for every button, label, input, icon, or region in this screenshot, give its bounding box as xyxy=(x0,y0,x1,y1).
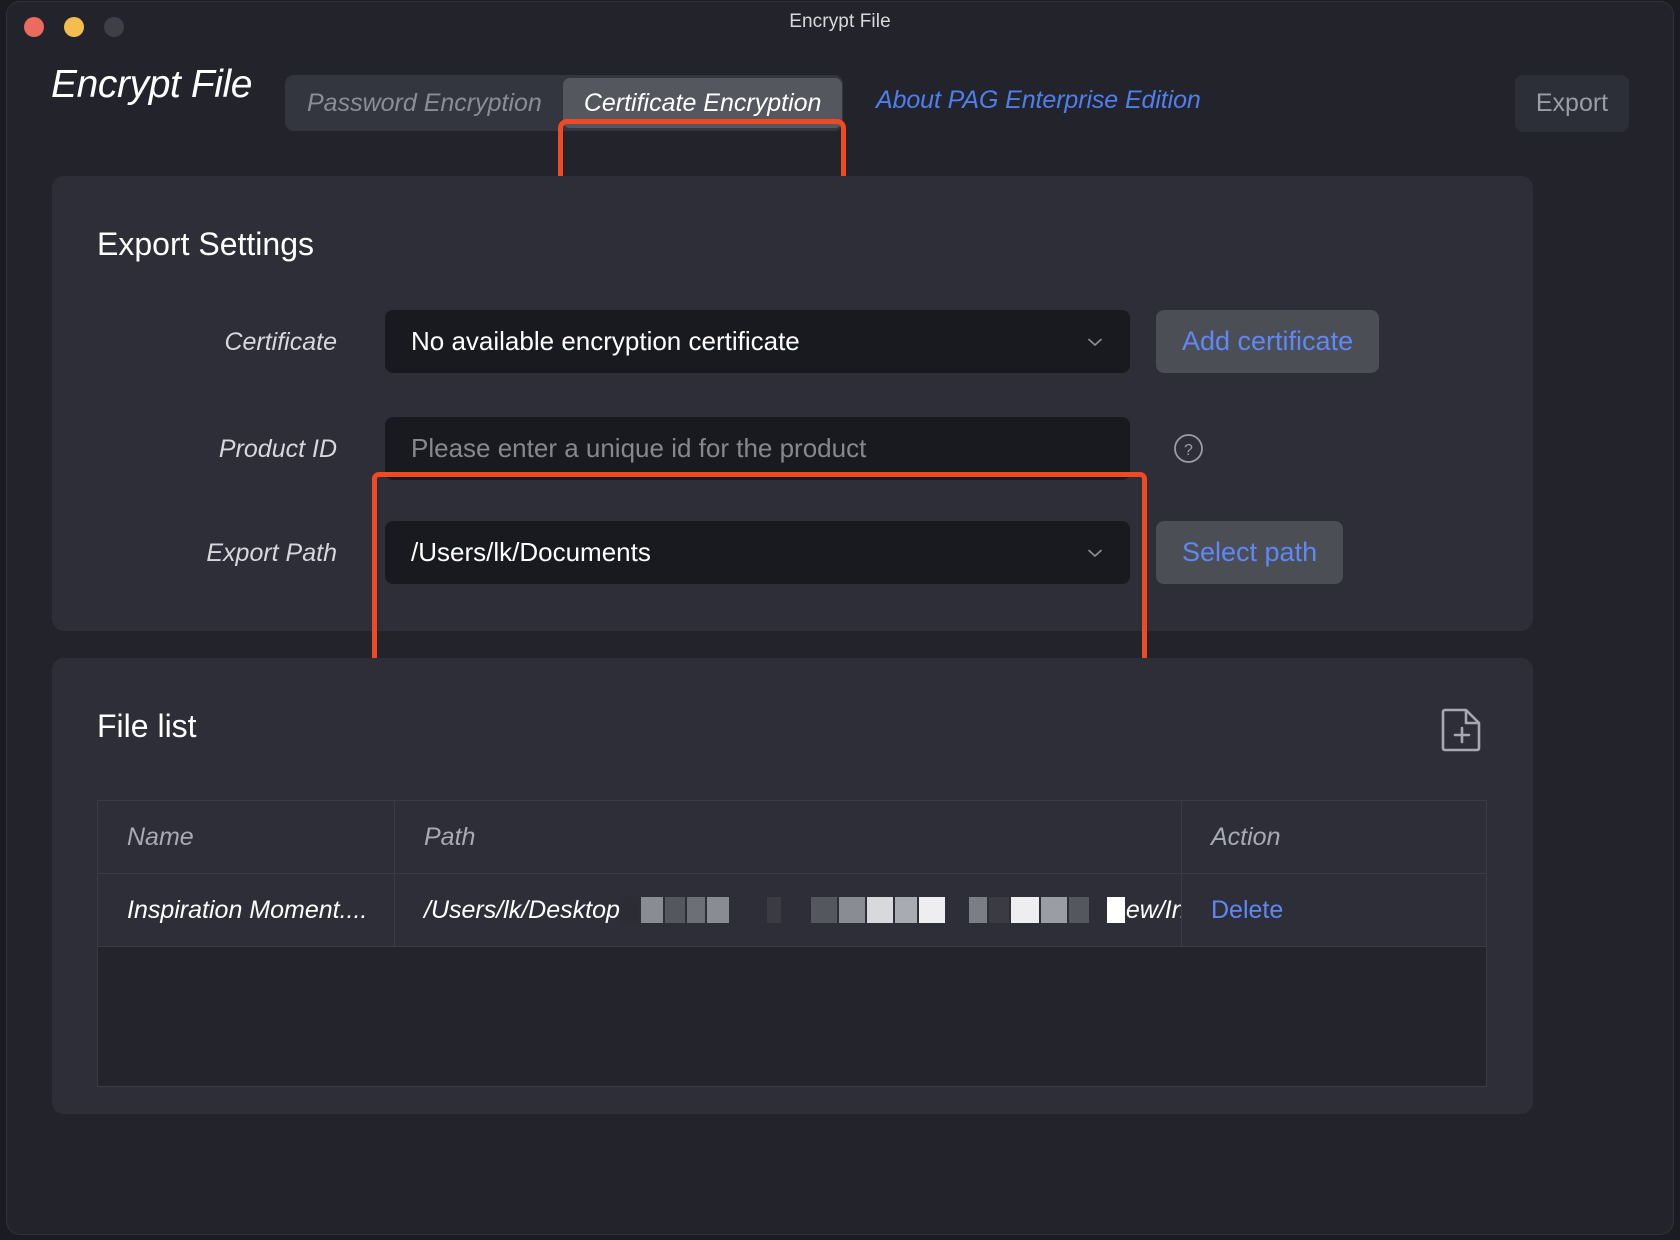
add-certificate-button[interactable]: Add certificate xyxy=(1156,310,1380,373)
encryption-mode-tabs: Password Encryption Certificate Encrypti… xyxy=(285,75,844,131)
chevron-down-icon xyxy=(1084,331,1106,353)
export-path-value: /Users/lk/Documents xyxy=(411,537,651,567)
column-header-action-label: Action xyxy=(1211,822,1281,851)
export-path-dropdown[interactable]: /Users/lk/Documents xyxy=(385,521,1130,584)
svg-text:?: ? xyxy=(1184,442,1193,459)
certificate-row: Certificate No available encryption cert… xyxy=(52,310,1533,373)
redacted-path-segment xyxy=(620,897,1126,923)
file-path-prefix: /Users/lk/Desktop xyxy=(424,895,620,924)
column-header-name-label: Name xyxy=(127,822,194,851)
app-window: Encrypt File Encrypt File Password Encry… xyxy=(7,2,1673,1234)
cell-file-path: /Users/lk/Desktop ew/Ins... xyxy=(395,874,1182,946)
select-path-button[interactable]: Select path xyxy=(1156,521,1344,584)
export-path-row: Export Path /Users/lk/Documents Select p… xyxy=(52,521,1533,584)
column-header-action: Action xyxy=(1182,801,1486,873)
table-row: Inspiration Moment.... /Users/lk/Desktop… xyxy=(98,874,1486,947)
toolbar: Encrypt File Password Encryption Certifi… xyxy=(7,44,1673,203)
product-id-input[interactable]: Please enter a unique id for the product xyxy=(385,417,1130,480)
tab-password-encryption[interactable]: Password Encryption xyxy=(286,78,563,128)
table-header-row: Name Path Action xyxy=(98,801,1486,874)
about-pag-enterprise-link[interactable]: About PAG Enterprise Edition xyxy=(876,86,1201,115)
certificate-dropdown[interactable]: No available encryption certificate xyxy=(385,310,1130,373)
file-name-label: Inspiration Moment.... xyxy=(127,895,368,924)
product-id-label: Product ID xyxy=(218,435,337,463)
export-settings-title: Export Settings xyxy=(97,226,314,262)
app-title: Encrypt File xyxy=(51,63,253,106)
column-header-name: Name xyxy=(98,801,395,873)
title-bar: Encrypt File xyxy=(7,2,1673,44)
cell-file-name: Inspiration Moment.... xyxy=(98,874,395,946)
column-header-path-label: Path xyxy=(424,822,476,851)
window-title: Encrypt File xyxy=(789,11,891,32)
file-list-title: File list xyxy=(97,708,197,744)
file-list-panel: File list Name Path Action Inspiration M… xyxy=(52,658,1533,1114)
certificate-label: Certificate xyxy=(224,328,337,356)
product-id-row: Product ID Please enter a unique id for … xyxy=(52,417,1533,480)
cell-action: Delete xyxy=(1182,874,1486,946)
delete-link[interactable]: Delete xyxy=(1211,896,1283,925)
export-button[interactable]: Export xyxy=(1515,75,1629,132)
chevron-down-icon xyxy=(1084,542,1106,564)
file-path-suffix: ew/Ins... xyxy=(1125,895,1181,924)
export-path-label: Export Path xyxy=(206,539,337,567)
tab-certificate-encryption[interactable]: Certificate Encryption xyxy=(562,78,843,128)
export-settings-panel: Export Settings Certificate No available… xyxy=(52,176,1533,772)
product-id-placeholder: Please enter a unique id for the product xyxy=(411,433,867,463)
certificate-value: No available encryption certificate xyxy=(411,326,800,356)
help-icon[interactable]: ? xyxy=(1172,432,1205,465)
column-header-path: Path xyxy=(395,801,1182,873)
file-list-table: Name Path Action Inspiration Moment.... … xyxy=(97,800,1487,1087)
add-file-icon[interactable] xyxy=(1441,706,1483,752)
